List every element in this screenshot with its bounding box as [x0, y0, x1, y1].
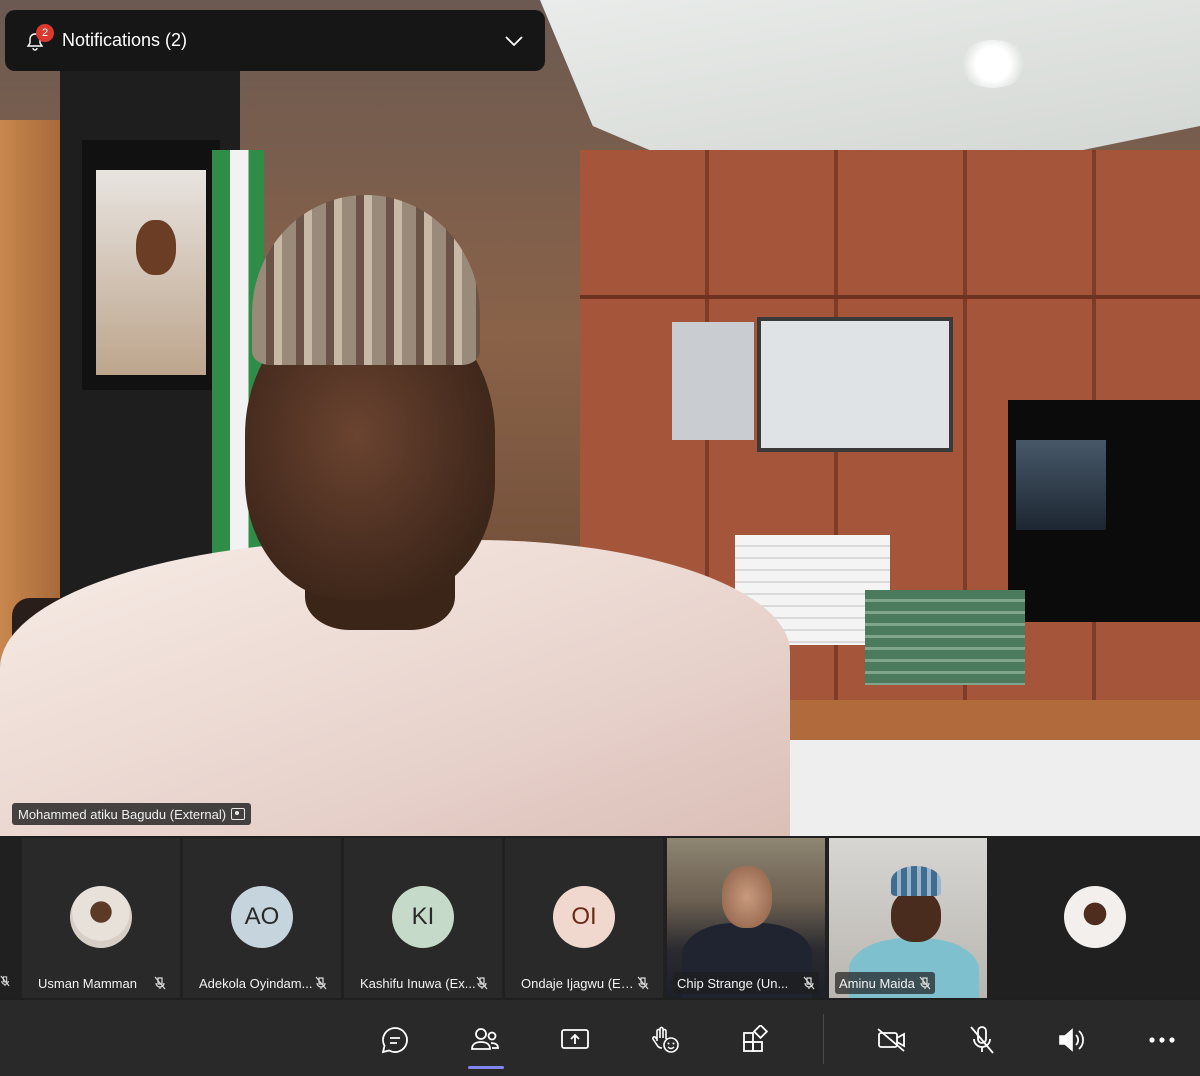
people-button[interactable]: [465, 1020, 505, 1060]
main-video-feed[interactable]: Mohammed atiku Bagudu (External): [0, 0, 1200, 836]
participant-avatar: OI: [553, 886, 615, 948]
react-icon: [652, 1026, 679, 1053]
participant-name: Usman Mamman: [38, 975, 137, 991]
people-icon: [471, 1028, 499, 1050]
video-scene-tv: [1008, 400, 1200, 622]
mic-off-icon: [637, 976, 649, 990]
speaker-name-tag: Mohammed atiku Bagudu (External): [12, 803, 252, 825]
video-scene-portrait: [82, 140, 220, 390]
more-options-button[interactable]: [1142, 1020, 1182, 1060]
participant-label: Chip Strange (Un...: [667, 970, 825, 996]
video-scene-desk-front: [780, 740, 1200, 836]
video-scene-calendar: [672, 322, 754, 440]
participant-label: Ondaje Ijagwu (Ex...: [505, 970, 663, 996]
participant-name: Kashifu Inuwa (Ex...: [360, 975, 476, 991]
mic-off-icon: [919, 976, 931, 990]
chat-button[interactable]: [375, 1020, 415, 1060]
mic-off-icon: [803, 976, 815, 990]
meeting-toolbar: [0, 1000, 1200, 1076]
participant-tile[interactable]: Usman Mamman: [22, 838, 180, 998]
chat-icon: [381, 1027, 408, 1054]
share-screen-button[interactable]: [555, 1020, 595, 1060]
mic-off-icon: [315, 976, 327, 990]
speaker-icon: [1059, 1028, 1084, 1052]
participant-label: Kashifu Inuwa (Ex...: [344, 970, 502, 996]
video-scene-board: [757, 317, 953, 452]
participant-name: Chip Strange (Un...: [677, 975, 789, 991]
share-screen-icon: [561, 1029, 589, 1049]
notifications-bar[interactable]: 2 Notifications (2): [5, 10, 545, 71]
video-scene-files: [865, 590, 1025, 685]
notification-count-badge: 2: [36, 23, 54, 42]
react-button[interactable]: [645, 1020, 685, 1060]
mic-off-icon: [476, 976, 488, 990]
toolbar-divider: [823, 1014, 824, 1064]
participant-avatar: [1064, 886, 1126, 948]
mic-off-icon: [154, 976, 166, 990]
participant-video-tile[interactable]: Chip Strange (Un...: [667, 838, 825, 998]
participant-avatar: [70, 886, 132, 948]
apps-button[interactable]: [735, 1020, 775, 1060]
participant-label: Usman Mamman: [22, 970, 180, 996]
camera-off-icon: [877, 1028, 905, 1052]
video-scene-light: [958, 40, 1028, 88]
participant-label: Adekola Oyindam...: [183, 970, 341, 996]
notifications-title: Notifications (2): [62, 30, 188, 50]
participant-name: Aminu Maida: [839, 975, 915, 991]
participant-avatar: AO: [231, 886, 293, 948]
chevron-down-icon[interactable]: [503, 30, 525, 52]
bell-icon: 2: [25, 23, 54, 52]
more-icon: [1149, 1037, 1175, 1043]
speaker-name: Mohammed atiku Bagudu (External): [18, 806, 227, 822]
active-tab-indicator: [468, 1066, 504, 1069]
camera-button[interactable]: [872, 1020, 912, 1060]
participant-tile[interactable]: AO Adekola Oyindam...: [183, 838, 341, 998]
participant-label: Aminu Maida: [829, 970, 987, 996]
mic-button[interactable]: [962, 1020, 1002, 1060]
participant-gallery: Usman Mamman AO Adekola Oyindam... KI Ka…: [0, 838, 1200, 998]
apps-icon: [743, 1025, 769, 1052]
participant-video-tile[interactable]: Aminu Maida: [829, 838, 987, 998]
external-user-icon: [231, 808, 246, 820]
participant-name: Adekola Oyindam...: [199, 975, 313, 991]
speaker-button[interactable]: [1052, 1020, 1092, 1060]
participant-name: Ondaje Ijagwu (Ex...: [521, 975, 637, 991]
participant-tile[interactable]: KI Kashifu Inuwa (Ex...: [344, 838, 502, 998]
mic-off-icon: [970, 1026, 994, 1054]
mic-off-icon: [0, 975, 10, 987]
participant-tile[interactable]: [990, 838, 1200, 998]
participant-tile[interactable]: OI Ondaje Ijagwu (Ex...: [505, 838, 663, 998]
speaker-cap: [252, 195, 480, 365]
participant-avatar: KI: [392, 886, 454, 948]
